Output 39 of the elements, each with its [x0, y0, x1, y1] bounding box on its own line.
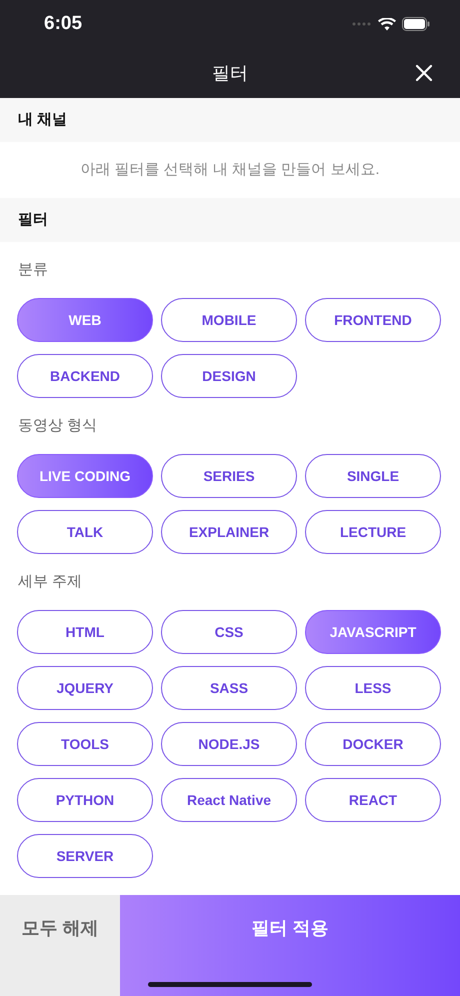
close-button[interactable] [414, 63, 434, 83]
filter-chip[interactable]: DOCKER [305, 722, 441, 766]
filter-chip[interactable]: JQUERY [17, 666, 153, 710]
section-header-text: 내 채널 [18, 110, 68, 130]
filter-chip[interactable]: WEB [17, 298, 153, 342]
filter-chip[interactable]: SERVER [17, 834, 153, 878]
filter-chip[interactable]: NODE.JS [161, 722, 297, 766]
nav-title: 필터 [212, 62, 248, 84]
filter-chip[interactable]: PYTHON [17, 778, 153, 822]
filter-chip[interactable]: SERIES [161, 454, 297, 498]
group-label: 세부 주제 [18, 572, 82, 592]
filter-chip[interactable]: SINGLE [305, 454, 441, 498]
filter-chip[interactable]: LECTURE [305, 510, 441, 554]
close-icon [414, 63, 434, 83]
filter-chip[interactable]: LESS [305, 666, 441, 710]
filter-chip[interactable]: TOOLS [17, 722, 153, 766]
wifi-icon [378, 18, 396, 30]
filter-chip[interactable]: React Native [161, 778, 297, 822]
filter-chip[interactable]: CSS [161, 610, 297, 654]
filter-chip[interactable]: BACKEND [17, 354, 153, 398]
filter-chip[interactable]: TALK [17, 510, 153, 554]
filter-chip[interactable]: HTML [17, 610, 153, 654]
empty-channel-message: 아래 필터를 선택해 내 채널을 만들어 보세요. [80, 160, 380, 180]
filter-chip[interactable]: MOBILE [161, 298, 297, 342]
filter-chip[interactable]: DESIGN [161, 354, 297, 398]
filter-chip[interactable]: LIVE CODING [17, 454, 153, 498]
filter-chip[interactable]: EXPLAINER [161, 510, 297, 554]
apply-filter-button[interactable]: 필터 적용 [120, 895, 460, 996]
filter-chip[interactable]: SASS [161, 666, 297, 710]
section-header-text: 필터 [18, 210, 48, 230]
group-label: 분류 [18, 260, 48, 280]
filter-chip[interactable]: FRONTEND [305, 298, 441, 342]
status-time: 6:05 [44, 12, 82, 36]
battery-icon [402, 17, 430, 31]
filter-chip[interactable]: REACT [305, 778, 441, 822]
clear-all-button[interactable]: 모두 해제 [0, 895, 120, 996]
filter-chip[interactable]: JAVASCRIPT [305, 610, 441, 654]
signal-icon [352, 22, 372, 26]
group-label: 동영상 형식 [18, 416, 98, 436]
